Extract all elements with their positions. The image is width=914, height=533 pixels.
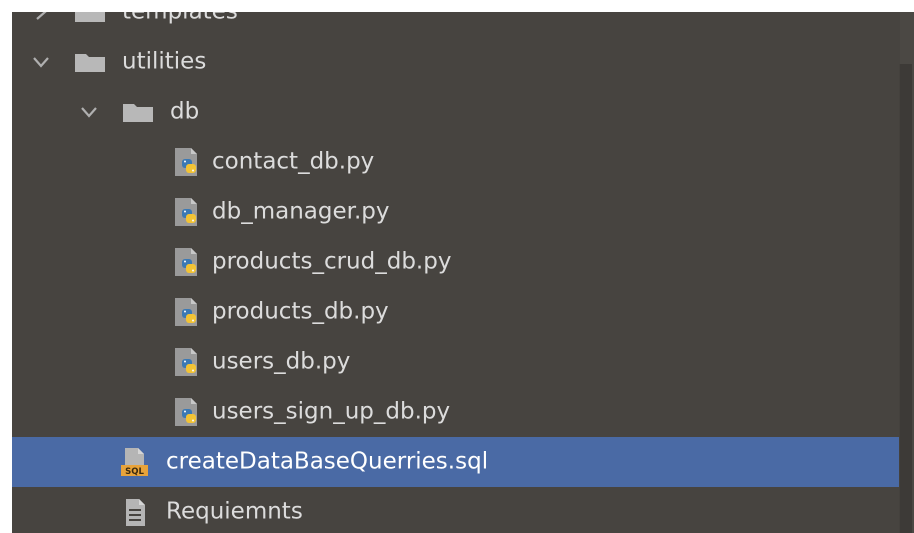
tree-item-label: contact_db.py <box>212 148 375 175</box>
tree-item-label: templates <box>122 12 238 24</box>
chevron-down-icon[interactable] <box>30 51 52 73</box>
python-file-icon <box>175 348 197 376</box>
tree-item-label: utilities <box>122 48 207 75</box>
tree-item-products-db-py[interactable]: products_db.py <box>12 287 902 337</box>
tree-item-db[interactable]: db <box>12 87 902 137</box>
tree-item-db-manager-py[interactable]: db_manager.py <box>12 187 902 237</box>
python-file-icon <box>175 248 197 276</box>
folder-icon <box>75 12 105 22</box>
scrollbar-thumb[interactable] <box>899 64 912 533</box>
svg-text:SQL: SQL <box>125 467 144 477</box>
scrollbar-track[interactable] <box>899 12 914 533</box>
tree-item-templates[interactable]: templates <box>12 12 902 37</box>
tree-item-label: users_db.py <box>212 348 351 375</box>
chevron-right-icon[interactable] <box>30 12 52 23</box>
tree-item-products-crud-db-py[interactable]: products_crud_db.py <box>12 237 902 287</box>
tree-item-create-database-querries-sql[interactable]: SQL createDataBaseQuerries.sql <box>12 437 914 487</box>
folder-icon <box>75 54 105 72</box>
tree-item-users-db-py[interactable]: users_db.py <box>12 337 902 387</box>
tree-item-users-sign-up-db-py[interactable]: users_sign_up_db.py <box>12 387 902 437</box>
project-tree-panel: templates utilities db <box>12 12 914 533</box>
tree-item-label: products_db.py <box>212 298 389 325</box>
python-file-icon <box>175 198 197 226</box>
tree-item-contact-db-py[interactable]: contact_db.py <box>12 137 902 187</box>
folder-icon <box>123 104 153 122</box>
tree-item-label: Requiemnts <box>166 498 303 525</box>
text-file-icon <box>126 499 145 526</box>
chevron-down-icon[interactable] <box>78 101 100 123</box>
tree-item-label: db <box>170 98 200 125</box>
python-file-icon <box>175 398 197 426</box>
python-file-icon <box>175 148 197 176</box>
tree-item-label: products_crud_db.py <box>212 248 452 275</box>
python-file-icon <box>175 298 197 326</box>
tree-item-label: db_manager.py <box>212 198 390 225</box>
tree-item-requiemnts[interactable]: Requiemnts <box>12 487 902 533</box>
tree-item-label: createDataBaseQuerries.sql <box>166 448 489 475</box>
tree-item-utilities[interactable]: utilities <box>12 37 902 87</box>
sql-file-icon: SQL <box>121 448 148 477</box>
tree-item-label: users_sign_up_db.py <box>212 398 451 425</box>
